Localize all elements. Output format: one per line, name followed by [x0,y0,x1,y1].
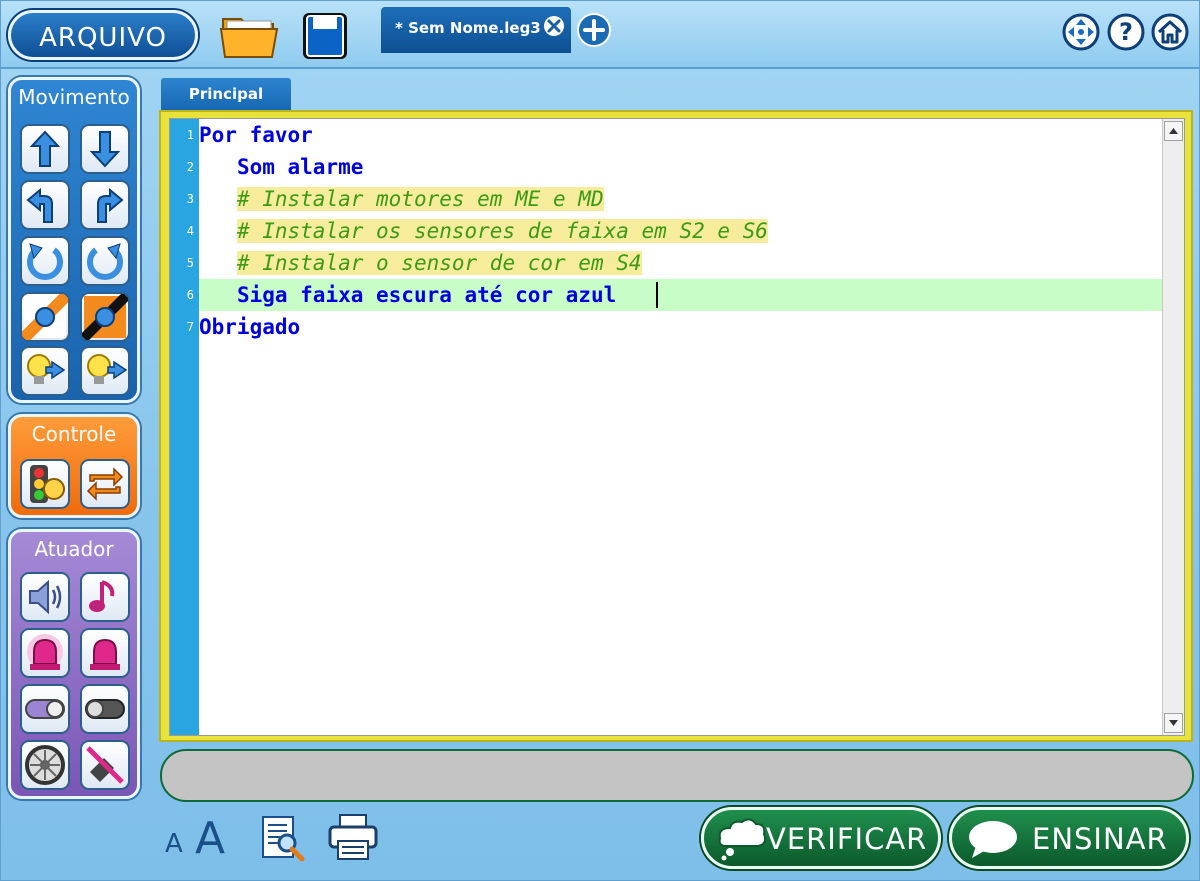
follow-line-left-icon[interactable] [20,292,70,342]
code-line: Obrigado [199,311,300,343]
arquivo-button[interactable]: ARQUIVO [8,10,198,60]
folder-open-icon[interactable] [219,11,279,63]
tab-principal[interactable]: Principal [161,78,291,110]
rotate-left-icon[interactable] [20,236,70,286]
command-text: Por favor [199,123,313,147]
editor-frame: 1 2 3 4 5 6 7 Por favor Som alarme # Instalar … [159,110,1193,742]
app-window: ARQUIVO * Sem Nome.leg3 ? Movimento Cont… [0,0,1200,881]
palette-movimento: Movimento [8,77,140,403]
code-line: # Instalar motores em ME e MD [199,183,604,215]
curve-right-icon[interactable] [80,180,130,230]
plus-circle-icon[interactable] [577,13,611,47]
code-line: Por favor [199,119,313,151]
comment-text: # Instalar os sensores de faixa em S2 e … [236,219,768,243]
svg-text:?: ? [1119,18,1133,46]
code-editor[interactable]: 1 2 3 4 5 6 7 Por favor Som alarme # Instalar … [169,118,1185,736]
document-search-icon[interactable] [259,815,307,863]
palette-title: Atuador [34,537,114,561]
comment-text: # Instalar o sensor de cor em S4 [236,251,642,275]
palette-controle: Controle [8,414,140,518]
thought-cloud-icon [718,818,767,861]
move-arrows-icon[interactable] [1062,13,1100,51]
file-tab-label: * Sem Nome.leg3 [395,19,541,37]
wheel-icon[interactable] [20,740,70,790]
font-increase-button[interactable]: A [195,813,225,864]
font-decrease-button[interactable]: A [165,829,183,859]
line-number: 3 [186,192,194,206]
follow-line-right-icon[interactable] [80,292,130,342]
arrow-down-icon[interactable] [80,124,130,174]
text-caret [656,282,658,308]
rotate-right-icon[interactable] [80,236,130,286]
command-text: Som alarme [236,155,364,179]
music-note-icon[interactable] [80,572,130,622]
line-number: 1 [186,128,194,142]
arrow-up-icon[interactable] [20,124,70,174]
message-bar [160,749,1194,802]
top-toolbar: ARQUIVO * Sem Nome.leg3 ? [1,1,1199,69]
file-tab[interactable]: * Sem Nome.leg3 [381,7,571,53]
motor-off-icon[interactable] [80,740,130,790]
code-line: Siga faixa escura até cor azul [199,279,616,311]
code-line: # Instalar o sensor de cor em S4 [199,247,642,279]
verificar-button[interactable]: VERIFICAR [701,807,941,869]
scroll-up-button[interactable] [1164,121,1183,141]
verificar-label: VERIFICAR [766,822,928,856]
ensinar-label: ENSINAR [1032,822,1168,856]
palette-title: Movimento [18,85,130,109]
line-number: 7 [186,320,194,334]
siren-off-icon[interactable] [80,628,130,678]
line-number: 2 [186,160,194,174]
command-text: Obrigado [199,315,301,339]
code-line: Som alarme [199,151,363,183]
repeat-loop-icon[interactable] [80,459,130,509]
light-right-icon[interactable] [80,346,130,396]
comment-text: # Instalar motores em ME e MD [236,187,604,211]
line-number: 4 [186,224,194,238]
siren-on-icon[interactable] [20,628,70,678]
code-line: # Instalar os sensores de faixa em S2 e … [199,215,768,247]
floppy-disk-icon[interactable] [301,11,349,65]
switch-on-icon[interactable] [20,684,70,734]
vertical-scrollbar[interactable] [1162,119,1184,735]
close-circle-icon[interactable] [543,15,565,37]
line-number-gutter: 1 2 3 4 5 6 7 [170,119,199,735]
speech-bubble-icon [969,821,1017,858]
switch-off-icon[interactable] [80,684,130,734]
home-icon[interactable] [1151,13,1189,51]
ensinar-button[interactable]: ENSINAR [949,807,1189,869]
command-text: Siga faixa escura até cor azul [236,283,617,307]
curve-left-icon[interactable] [20,180,70,230]
line-number: 5 [186,256,194,270]
traffic-light-clock-icon[interactable] [20,459,70,509]
palette-atuador: Atuador [8,529,140,799]
light-left-icon[interactable] [20,346,70,396]
scroll-down-button[interactable] [1164,713,1183,733]
printer-icon[interactable] [327,813,379,863]
speaker-icon[interactable] [20,572,70,622]
help-icon[interactable]: ? [1107,13,1145,51]
palette-title: Controle [31,422,117,446]
line-number: 6 [186,288,194,302]
